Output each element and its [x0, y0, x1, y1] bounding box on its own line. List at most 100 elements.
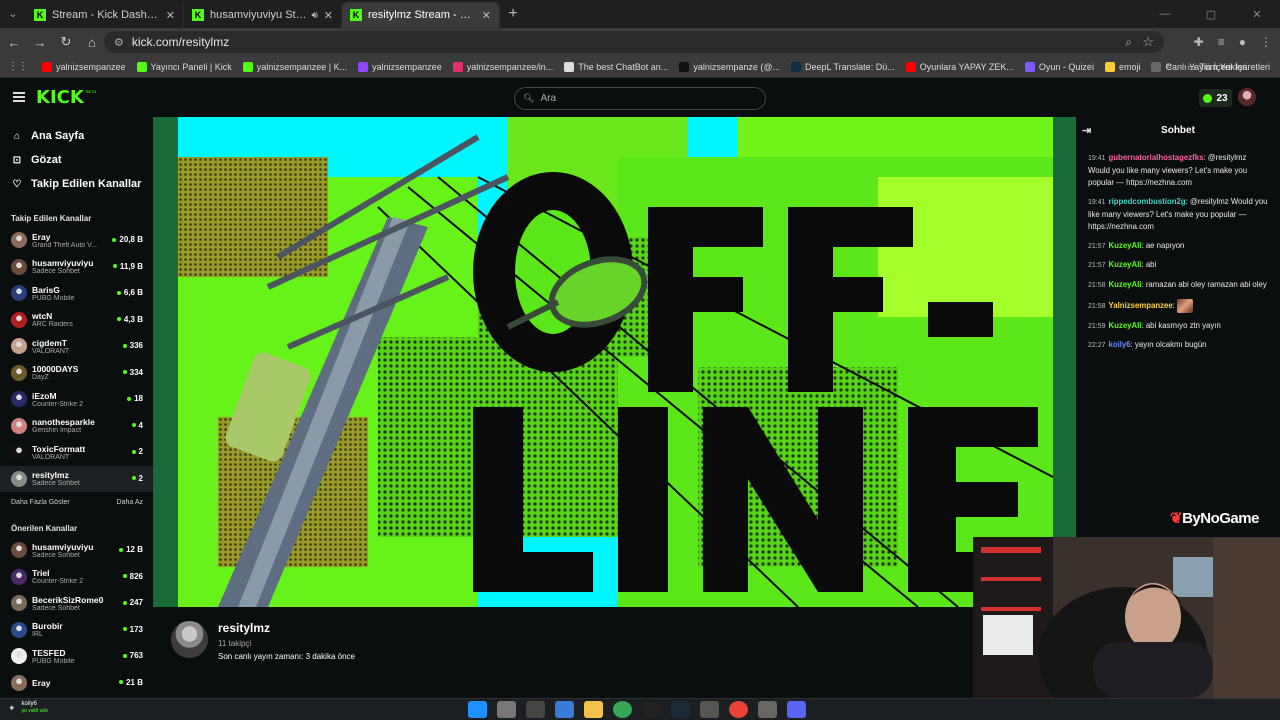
- bookmark-item[interactable]: yalnizsempanzee: [42, 61, 126, 72]
- message-username[interactable]: KuzeyAli: [1109, 260, 1142, 269]
- channel-list-item[interactable]: husamviyuviyu Sadece Sohbet 11,9 B: [0, 254, 153, 281]
- user-avatar[interactable]: [1238, 88, 1256, 106]
- kick-logo[interactable]: KICK: [36, 87, 84, 108]
- channel-list-item[interactable]: nanothesparkle Genshin Impact 4: [0, 413, 153, 440]
- bookmarks-overflow-icon[interactable]: »: [1166, 60, 1172, 72]
- obs-studio-icon[interactable]: [642, 701, 661, 718]
- maximize-button[interactable]: ▢: [1188, 0, 1234, 28]
- message-username[interactable]: gubernatorialhostagezfks: [1109, 153, 1204, 162]
- sidebar-nav-item[interactable]: ♡ Takip Edilen Kanallar: [0, 172, 153, 196]
- url-bar[interactable]: ⚙ kick.com/resitylmz ⌕ ☆: [104, 31, 1164, 53]
- channel-avatar[interactable]: [171, 621, 208, 658]
- channel-list-item[interactable]: TESFED PUBG Mobile 763: [0, 643, 153, 670]
- message-username[interactable]: rippedcombustion2g: [1109, 197, 1186, 206]
- channel-category: DayZ: [32, 374, 49, 382]
- obs-icon[interactable]: [526, 701, 545, 718]
- sidebar-nav-item[interactable]: ⌂ Ana Sayfa: [0, 124, 153, 148]
- flame-icon: ❦: [1170, 510, 1183, 527]
- sidebar-nav-label: Takip Edilen Kanallar: [31, 178, 142, 190]
- sidebar-nav-item[interactable]: ⊡ Gözat: [0, 148, 153, 172]
- taskbar-notification[interactable]: ✦ koily6 şu vakit aldı: [8, 701, 48, 715]
- channel-list-item[interactable]: wtcN ARC Raiders 4,3 B: [0, 307, 153, 334]
- settings-icon[interactable]: [758, 701, 777, 718]
- close-tab-icon[interactable]: ✕: [324, 9, 333, 22]
- tab-search-button[interactable]: ⌄: [0, 0, 26, 28]
- channel-list-item[interactable]: Triel Counter-Strike 2 826: [0, 564, 153, 591]
- steam-icon[interactable]: [671, 701, 690, 718]
- bookmark-item[interactable]: emoji: [1104, 61, 1140, 72]
- forward-button[interactable]: →: [28, 35, 52, 50]
- bookmark-label: The best ChatBot an...: [578, 61, 669, 72]
- apps-icon[interactable]: ⋮⋮: [8, 61, 28, 72]
- channel-list-item[interactable]: cigdemT VALORANT 336: [0, 333, 153, 360]
- bookmark-label: DeepL Translate: Dü...: [804, 61, 895, 72]
- menu-icon[interactable]: [13, 92, 25, 102]
- profile-icon[interactable]: ●: [1239, 35, 1246, 49]
- discord-icon[interactable]: [787, 701, 806, 718]
- channel-list-item[interactable]: 10000DAYS DayZ 334: [0, 360, 153, 387]
- message-username[interactable]: Yalnizsempanzee: [1109, 301, 1173, 310]
- chrome-profile-icon[interactable]: [729, 701, 748, 718]
- home-button[interactable]: ⌂: [80, 35, 104, 50]
- channel-list-item[interactable]: iEzoM Counter-Strike 2 18: [0, 386, 153, 413]
- browser-tab[interactable]: Khusamviyuviyu Stream - Wa 🔊︎ ✕: [184, 2, 342, 28]
- message-username[interactable]: KuzeyAli: [1109, 280, 1142, 289]
- channel-list-item[interactable]: BecerikSizRome0 Sadece Sohbet 247: [0, 590, 153, 617]
- media-player-icon[interactable]: [700, 701, 719, 718]
- minimize-button[interactable]: —: [1142, 0, 1188, 28]
- start-icon[interactable]: [468, 701, 487, 718]
- file-explorer-icon[interactable]: [584, 701, 603, 718]
- close-tab-icon[interactable]: ✕: [482, 9, 491, 22]
- close-window-button[interactable]: ✕: [1234, 0, 1280, 28]
- collapse-chat-icon[interactable]: ⇥: [1082, 124, 1091, 137]
- bookmark-item[interactable]: The best ChatBot an...: [564, 61, 669, 72]
- photos-icon[interactable]: [555, 701, 574, 718]
- message-username[interactable]: KuzeyAli: [1109, 321, 1142, 330]
- taskview-icon[interactable]: [497, 701, 516, 718]
- viewer-count: 4: [131, 421, 143, 430]
- close-tab-icon[interactable]: ✕: [166, 9, 175, 22]
- back-button[interactable]: ←: [2, 35, 26, 50]
- speaker-icon[interactable]: 🔊︎: [311, 10, 317, 21]
- bookmark-item[interactable]: Oyunlara YAPAY ZEK...: [905, 61, 1014, 72]
- search-input[interactable]: 🔍︎ Ara: [514, 87, 766, 110]
- channel-name[interactable]: resitylmz: [218, 621, 270, 635]
- bookmark-item[interactable]: Oyun - Quizei: [1024, 61, 1094, 72]
- bookmark-item[interactable]: yalnizsempanzee: [358, 61, 442, 72]
- chrome-icon[interactable]: [613, 701, 632, 718]
- bookmark-favicon-icon: [42, 61, 52, 72]
- bookmark-star-icon[interactable]: ☆: [1142, 34, 1154, 50]
- channel-list-item[interactable]: ToxicFormatt VALORANT 2: [0, 439, 153, 466]
- channel-list-item[interactable]: BarisG PUBG Mobile 6,6 B: [0, 280, 153, 307]
- browser-tab[interactable]: Kresitylmz Stream - Watch Live o ✕: [342, 2, 500, 28]
- channel-list-item[interactable]: Burobir IRL 173: [0, 617, 153, 644]
- channel-list-item[interactable]: Eray 21 B: [0, 670, 153, 697]
- bookmark-item[interactable]: DeepL Translate: Dü...: [790, 61, 895, 72]
- channel-list-item[interactable]: Eray Grand Theft Auto V... 20,8 B: [0, 227, 153, 254]
- reload-button[interactable]: ↻: [54, 34, 78, 50]
- zoom-icon[interactable]: ⌕: [1125, 35, 1132, 50]
- site-info-icon[interactable]: ⚙: [114, 36, 124, 49]
- bookmark-item[interactable]: yalnizsempanzee | K...: [242, 61, 347, 72]
- channel-list-item[interactable]: resitylmz Sadece Sohbet 2: [0, 465, 153, 492]
- new-tab-button[interactable]: +: [500, 5, 526, 23]
- browser-tab[interactable]: K Stream - Kick Dashboard ✕: [26, 2, 184, 28]
- bookmark-label: Oyunlara YAPAY ZEK...: [919, 61, 1014, 72]
- bookmark-item[interactable]: Yayıncı Paneli | Kick: [136, 61, 232, 72]
- live-dot-icon: [122, 627, 127, 631]
- browser-menu-icon[interactable]: ⋮: [1260, 35, 1272, 49]
- bookmark-item[interactable]: yalnizsempanze (@...: [679, 61, 780, 72]
- message-time: 22:27: [1088, 342, 1106, 350]
- extensions-icon[interactable]: ✚: [1194, 35, 1204, 49]
- viewer-number: 2: [138, 447, 143, 456]
- message-username[interactable]: koily6: [1109, 340, 1131, 349]
- all-bookmarks-folder[interactable]: ▭ Tüm Yer İşaretleri: [1187, 56, 1270, 78]
- show-less-button[interactable]: Daha Az: [117, 499, 143, 506]
- video-player[interactable]: [153, 117, 1076, 607]
- media-icon[interactable]: ≡: [1218, 35, 1225, 49]
- kick-coins-badge[interactable]: 23: [1199, 89, 1232, 107]
- channel-list-item[interactable]: husamviyuviyu Sadece Sohbet 12 B: [0, 537, 153, 564]
- message-username[interactable]: KuzeyAli: [1109, 241, 1142, 250]
- bookmark-item[interactable]: yalnizsempanzee/in...: [452, 61, 553, 72]
- show-more-button[interactable]: Daha Fazla Göster: [11, 499, 70, 506]
